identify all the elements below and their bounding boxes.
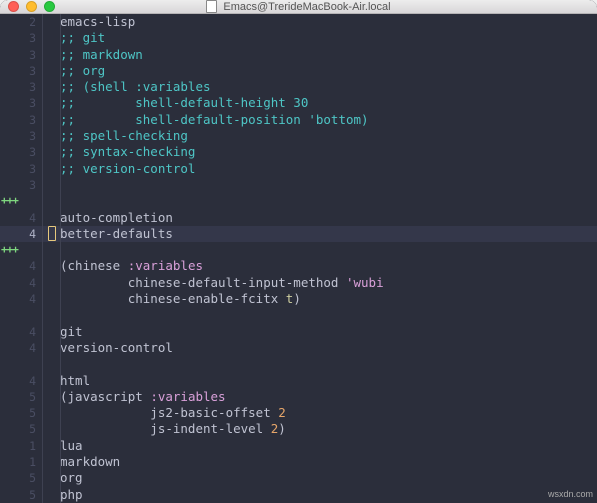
traffic-lights bbox=[8, 1, 55, 12]
code-line[interactable]: 4 better-defaults bbox=[0, 226, 597, 242]
code-line[interactable]: 3 ;; shell-default-position 'bottom) bbox=[0, 112, 597, 128]
code-text: version-control bbox=[60, 340, 173, 356]
code-line[interactable]: 4 version-control bbox=[0, 340, 597, 356]
line-number: 5 bbox=[18, 405, 42, 421]
code-line[interactable]: 3 bbox=[0, 177, 597, 193]
code-text: ;; version-control bbox=[60, 161, 195, 177]
code-text: chinese-enable-fcitx t) bbox=[60, 291, 301, 307]
diff-marker: +++ bbox=[0, 193, 18, 209]
code-line[interactable]: 5 php bbox=[0, 487, 597, 503]
code-line[interactable]: 3 ;; shell-default-height 30 bbox=[0, 95, 597, 111]
line-number: 5 bbox=[18, 389, 42, 405]
code-text: git bbox=[60, 324, 83, 340]
code-text: html bbox=[60, 373, 90, 389]
line-number: 1 bbox=[18, 438, 42, 454]
code-line[interactable]: 4 git bbox=[0, 324, 597, 340]
code-text: better-defaults bbox=[60, 226, 173, 242]
zoom-icon[interactable] bbox=[44, 1, 55, 12]
close-icon[interactable] bbox=[8, 1, 19, 12]
code-line[interactable]: 4 chinese-enable-fcitx t) bbox=[0, 291, 597, 307]
code-text: auto-completion bbox=[60, 210, 173, 226]
code-text: php bbox=[60, 487, 83, 503]
code-line[interactable] bbox=[0, 356, 597, 372]
line-number: 4 bbox=[18, 226, 42, 242]
code-line[interactable]: 3 ;; syntax-checking bbox=[0, 144, 597, 160]
code-line[interactable]: 4 auto-completion bbox=[0, 210, 597, 226]
code-line[interactable]: 5 js-indent-level 2) bbox=[0, 421, 597, 437]
line-number: 4 bbox=[18, 340, 42, 356]
code-text: js2-basic-offset 2 bbox=[60, 405, 286, 421]
line-number: 3 bbox=[18, 177, 42, 193]
code-line[interactable]: 3 ;; git bbox=[0, 30, 597, 46]
code-text: js-indent-level 2) bbox=[60, 421, 286, 437]
editor-area[interactable]: 2 emacs-lisp 3 ;; git 3 ;; markdown 3 ;; org 3;;… bbox=[0, 14, 597, 503]
code-line[interactable]: 3 ;; version-control bbox=[0, 161, 597, 177]
code-text: ;; markdown bbox=[60, 47, 143, 63]
code-text: ;; shell-default-position 'bottom) bbox=[60, 112, 369, 128]
code-text: ;; (shell :variables bbox=[60, 79, 211, 95]
code-line[interactable]: 2 emacs-lisp bbox=[0, 14, 597, 30]
line-number: 2 bbox=[18, 14, 42, 30]
title-wrap: Emacs@TrerideMacBook-Air.local bbox=[8, 0, 589, 13]
code-text: ;; spell-checking bbox=[60, 128, 188, 144]
code-line[interactable]: 1 lua bbox=[0, 438, 597, 454]
line-number: 3 bbox=[18, 128, 42, 144]
line-number: 3 bbox=[18, 30, 42, 46]
code-text: markdown bbox=[60, 454, 120, 470]
cursor-icon bbox=[48, 226, 56, 241]
line-number: 3 bbox=[18, 95, 42, 111]
code-text: ;; syntax-checking bbox=[60, 144, 195, 160]
minimize-icon[interactable] bbox=[26, 1, 37, 12]
line-number: 3 bbox=[18, 144, 42, 160]
code-text: (javascript :variables bbox=[60, 389, 226, 405]
code-line[interactable]: 3 ;; spell-checking bbox=[0, 128, 597, 144]
code-text: chinese-default-input-method 'wubi bbox=[60, 275, 384, 291]
code-text: ;; shell-default-height 30 bbox=[60, 95, 308, 111]
code-line[interactable]: 5 js2-basic-offset 2 bbox=[0, 405, 597, 421]
line-number: 4 bbox=[18, 258, 42, 274]
code-line[interactable]: 4 html bbox=[0, 373, 597, 389]
code-line[interactable] bbox=[0, 307, 597, 323]
code-line[interactable]: 5 (javascript :variables bbox=[0, 389, 597, 405]
code-text: ;; org bbox=[60, 63, 105, 79]
line-number: 1 bbox=[18, 454, 42, 470]
line-number: 5 bbox=[18, 470, 42, 486]
line-number: 4 bbox=[18, 291, 42, 307]
document-icon bbox=[206, 0, 217, 13]
code-text: org bbox=[60, 470, 83, 486]
code-text: ;; git bbox=[60, 30, 105, 46]
line-number: 4 bbox=[18, 210, 42, 226]
line-number: 3 bbox=[18, 79, 42, 95]
code-text: emacs-lisp bbox=[60, 14, 135, 30]
code-text: lua bbox=[60, 438, 83, 454]
code-line[interactable]: 3 ;; markdown bbox=[0, 47, 597, 63]
line-number: 3 bbox=[18, 63, 42, 79]
code-line[interactable]: 5 org bbox=[0, 470, 597, 486]
line-number: 3 bbox=[18, 47, 42, 63]
line-number: 5 bbox=[18, 487, 42, 503]
watermark: wsxdn.com bbox=[548, 489, 593, 499]
code-line[interactable]: 3 ;; (shell :variables bbox=[0, 79, 597, 95]
code-line[interactable]: 3 ;; org bbox=[0, 63, 597, 79]
code-line[interactable]: 4 chinese-default-input-method 'wubi bbox=[0, 275, 597, 291]
code-line[interactable]: 1 markdown bbox=[0, 454, 597, 470]
line-number: 4 bbox=[18, 324, 42, 340]
code-line[interactable]: 4 (chinese :variables bbox=[0, 258, 597, 274]
line-number: 3 bbox=[18, 161, 42, 177]
titlebar[interactable]: Emacs@TrerideMacBook-Air.local bbox=[0, 0, 597, 14]
diff-marker: +++ bbox=[0, 242, 18, 258]
emacs-window: Emacs@TrerideMacBook-Air.local 2 emacs-li… bbox=[0, 0, 597, 503]
gutter-divider bbox=[42, 14, 43, 503]
line-number: 5 bbox=[18, 421, 42, 437]
window-title: Emacs@TrerideMacBook-Air.local bbox=[223, 1, 390, 13]
indent-guide bbox=[60, 14, 61, 503]
line-number: 3 bbox=[18, 112, 42, 128]
code-line[interactable]: +++ bbox=[0, 242, 597, 258]
code-line[interactable]: +++ bbox=[0, 193, 597, 209]
line-number: 4 bbox=[18, 373, 42, 389]
line-number: 4 bbox=[18, 275, 42, 291]
code-text: (chinese :variables bbox=[60, 258, 203, 274]
